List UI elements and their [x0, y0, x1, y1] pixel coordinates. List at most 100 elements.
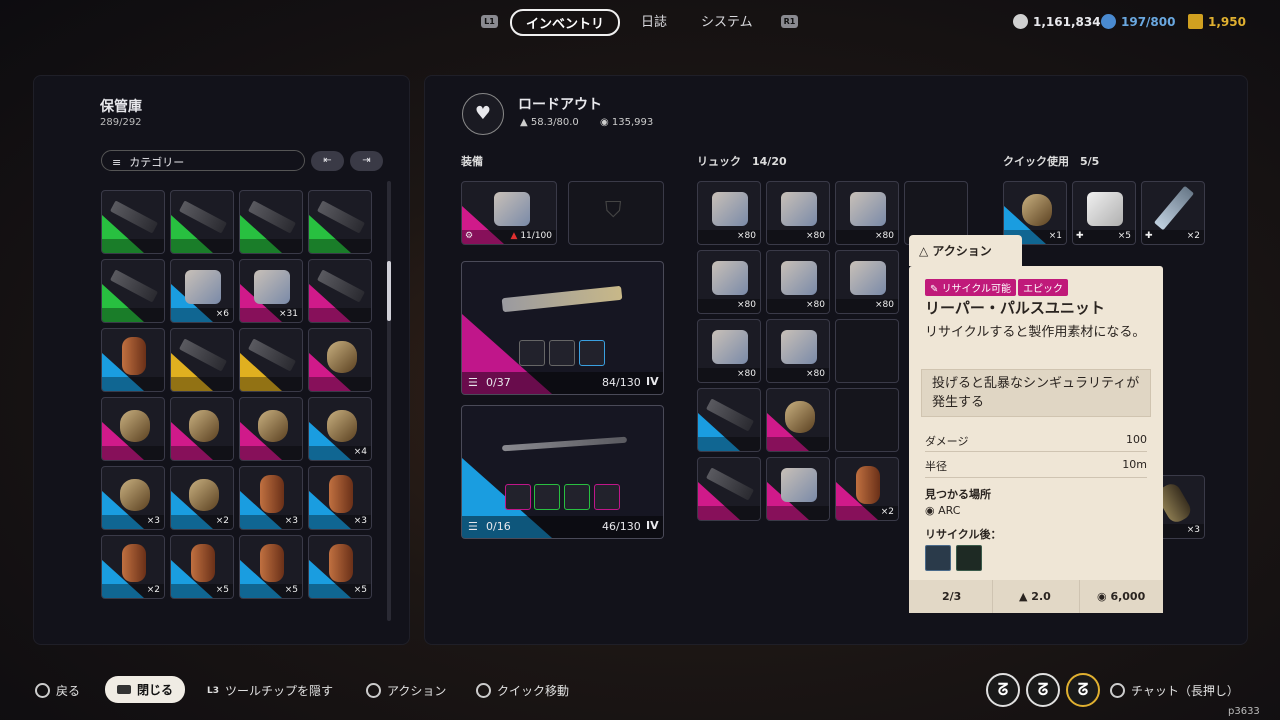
storage-slot[interactable]: ×2 [101, 535, 165, 599]
bag-slot-empty[interactable] [835, 388, 899, 452]
storage-slot[interactable] [239, 328, 303, 392]
storage-slot[interactable] [170, 190, 234, 254]
squad-avatar-1[interactable]: ᘔ [986, 673, 1020, 707]
tab-journal[interactable]: 日誌 [641, 11, 667, 30]
bag-slot[interactable] [697, 388, 761, 452]
attachment-slot-6[interactable] [564, 484, 590, 510]
warning-icon: ▲ [510, 231, 518, 241]
bag-slot[interactable]: ×80 [697, 181, 761, 245]
storage-slot[interactable]: ×5 [170, 535, 234, 599]
bag-slot[interactable]: ×80 [766, 181, 830, 245]
close-button[interactable]: 閉じる [105, 676, 186, 703]
plus-icon: ✚ [1076, 231, 1084, 241]
loadout-weight: ▲ 58.3/80.0 [520, 117, 579, 128]
storage-slot[interactable] [101, 328, 165, 392]
bag-slot[interactable]: ×80 [697, 319, 761, 383]
attachment-slot-1[interactable] [519, 340, 545, 366]
squad-avatar-2[interactable]: ᘔ [1026, 673, 1060, 707]
coins-value: 1,161,834 [1033, 15, 1101, 29]
weapon-slot-1[interactable]: ☰ 0/37 84/130 IV [461, 261, 664, 395]
storage-slot[interactable]: ×3 [308, 466, 372, 530]
bag-slot[interactable] [766, 388, 830, 452]
storage-slot[interactable] [239, 190, 303, 254]
back-hint[interactable]: 戻る [35, 682, 80, 699]
attachment-slot-2[interactable] [549, 340, 575, 366]
item-flavor: 投げると乱暴なシンギュラリティが発生する [921, 369, 1151, 417]
hide-tooltip-hint[interactable]: L3 ツールチップを隠す [207, 682, 333, 699]
collapse-button[interactable]: ⇤ [311, 151, 344, 171]
attachment-slot-5[interactable] [534, 484, 560, 510]
quick-move-hint[interactable]: クイック移動 [476, 682, 569, 699]
stack-count: 2/3 [942, 590, 962, 603]
storage-slot[interactable] [101, 190, 165, 254]
bag-slot[interactable]: ×80 [835, 181, 899, 245]
shield-slot-empty[interactable]: ⛉ [568, 181, 664, 245]
action-tab[interactable]: △ アクション [909, 235, 1022, 266]
tab-system[interactable]: システム [701, 11, 753, 30]
action-hint[interactable]: アクション [366, 682, 446, 699]
item-tooltip: ✎ リサイクル可能 エピック リーパー・パルスユニット リサイクルすると製作用素材… [909, 266, 1163, 613]
storage-slot[interactable]: ×3 [239, 466, 303, 530]
chat-hint[interactable]: チャット（長押し） [1110, 682, 1239, 699]
circle-button-icon [35, 683, 50, 698]
filter-label: カテゴリー [129, 156, 185, 169]
rarity-badges: ✎ リサイクル可能 エピック [925, 277, 1069, 296]
weapon2-durability: 46/130 [602, 520, 641, 533]
storage-slot[interactable] [170, 397, 234, 461]
quick-slot-3[interactable]: ✚ ×2 [1141, 181, 1205, 245]
storage-slot[interactable]: ×31 [239, 259, 303, 323]
r1-button-hint: R1 [781, 15, 798, 28]
recycle-output-1 [925, 545, 951, 571]
storage-slot[interactable]: ×4 [308, 397, 372, 461]
storage-slot[interactable]: ×3 [101, 466, 165, 530]
quick-slot-2[interactable]: ✚ ×5 [1072, 181, 1136, 245]
l3-icon: L3 [207, 685, 219, 696]
storage-slot[interactable]: ×5 [308, 535, 372, 599]
scrollbar-thumb[interactable] [387, 261, 391, 321]
storage-slot[interactable] [308, 259, 372, 323]
triangle-button-icon [366, 683, 381, 698]
bag-slot[interactable] [766, 457, 830, 521]
storage-slot[interactable] [308, 328, 372, 392]
coin-icon [1013, 14, 1028, 29]
backpack-slot[interactable]: ⚙ ▲ 11/100 [461, 181, 557, 245]
bag-slot[interactable]: ×2 [835, 457, 899, 521]
bag-slot[interactable] [697, 457, 761, 521]
tokens-display: 1,950 [1188, 14, 1246, 29]
capacity-icon [1101, 14, 1116, 29]
category-filter-dropdown[interactable]: ≡ カテゴリー [101, 150, 305, 171]
found-label: 見つかる場所 [925, 488, 991, 501]
storage-slot[interactable]: ×2 [170, 466, 234, 530]
bag-slot-empty[interactable] [835, 319, 899, 383]
storage-slot[interactable] [170, 328, 234, 392]
squad-avatar-3[interactable]: ᘔ [1066, 673, 1100, 707]
tab-inventory[interactable]: インベントリ [510, 9, 621, 36]
weapon1-ammo: 0/37 [486, 376, 511, 389]
epic-badge: エピック [1018, 279, 1069, 296]
storage-slot[interactable]: ×5 [239, 535, 303, 599]
expand-button[interactable]: ⇥ [350, 151, 383, 171]
attachment-slot-7[interactable] [594, 484, 620, 510]
equip-label: 装備 [461, 155, 483, 168]
storage-scrollbar[interactable] [387, 181, 391, 621]
storage-slot[interactable] [308, 190, 372, 254]
triangle-button-icon: △ [919, 244, 933, 258]
attachment-slot-4[interactable] [505, 484, 531, 510]
bag-slot[interactable]: ×80 [835, 250, 899, 314]
arc-icon: ◉ [925, 504, 939, 517]
storage-slot[interactable] [239, 397, 303, 461]
storage-slot[interactable] [101, 397, 165, 461]
loadout-value: ◉ 135,993 [600, 117, 654, 128]
damage-row: ダメージ 100 [925, 433, 1147, 448]
storage-slot[interactable] [101, 259, 165, 323]
attachment-slot-3[interactable] [579, 340, 605, 366]
storage-slot[interactable]: ×6 [170, 259, 234, 323]
bag-label: リュック 14/20 [697, 155, 787, 168]
square-button-icon [476, 683, 491, 698]
bag-slot[interactable]: ×80 [766, 319, 830, 383]
bag-slot[interactable]: ×80 [766, 250, 830, 314]
recycle-label: リサイクル後： [925, 528, 1002, 541]
weapon-slot-2[interactable]: ☰ 0/16 46/130 IV [461, 405, 664, 539]
bag-slot[interactable]: ×80 [697, 250, 761, 314]
coins-display: 1,161,834 [1013, 14, 1101, 29]
